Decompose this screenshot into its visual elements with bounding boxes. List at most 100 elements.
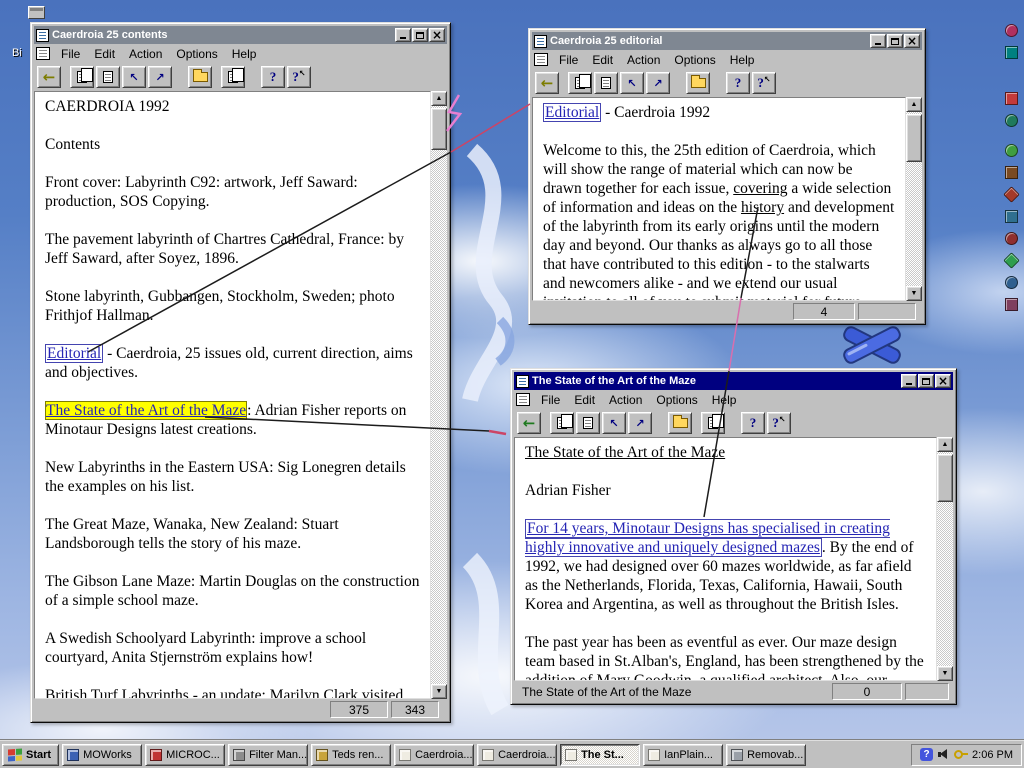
menu-document-icon[interactable]: [516, 393, 530, 406]
maximize-button[interactable]: [412, 28, 428, 42]
maximize-button[interactable]: [887, 34, 903, 48]
close-button[interactable]: ×: [429, 28, 445, 42]
menu-edit[interactable]: Edit: [585, 51, 620, 69]
menu-help[interactable]: Help: [225, 45, 264, 63]
scrollbar-thumb[interactable]: [906, 114, 922, 162]
duplicate-button[interactable]: [221, 66, 245, 88]
link-article-title[interactable]: The State of the Art of the Maze: [525, 444, 725, 461]
desktop-shortcut-icon[interactable]: [1001, 140, 1021, 160]
menu-edit[interactable]: Edit: [567, 391, 602, 409]
menu-file[interactable]: File: [552, 51, 585, 69]
taskbar-task-teds[interactable]: Teds ren...: [311, 743, 392, 766]
link-state-of-art[interactable]: The State of the Art of the Maze: [45, 401, 248, 420]
close-button[interactable]: ×: [904, 34, 920, 48]
maximize-button[interactable]: [918, 374, 934, 388]
help-button[interactable]: ?: [261, 66, 285, 88]
link-start-button[interactable]: ↖: [602, 412, 626, 434]
minimized-window-icon[interactable]: [28, 6, 45, 19]
desktop-shortcut-icon[interactable]: [1001, 250, 1021, 270]
scroll-up-button[interactable]: ▲: [937, 437, 953, 452]
desktop-shortcut-icon[interactable]: [1001, 228, 1021, 248]
context-help-button[interactable]: ?↖: [767, 412, 791, 434]
desktop-shortcut-icon[interactable]: [1001, 184, 1021, 204]
open-button[interactable]: [668, 412, 692, 434]
scroll-down-button[interactable]: ▼: [937, 666, 953, 681]
scrollbar-thumb[interactable]: [431, 108, 447, 150]
menu-edit[interactable]: Edit: [87, 45, 122, 63]
scroll-up-button[interactable]: ▲: [906, 97, 922, 112]
taskbar-task-the-state[interactable]: The St...: [560, 743, 641, 766]
back-button[interactable]: ←: [535, 72, 559, 94]
link-end-button[interactable]: ↗: [148, 66, 172, 88]
minimize-button[interactable]: [870, 34, 886, 48]
back-button[interactable]: ←: [517, 412, 541, 434]
titlebar[interactable]: Caerdroia 25 contents ×: [34, 26, 447, 44]
scrollbar-thumb[interactable]: [937, 454, 953, 502]
scroll-up-button[interactable]: ▲: [431, 91, 447, 106]
help-button[interactable]: ?: [726, 72, 750, 94]
menu-file[interactable]: File: [534, 391, 567, 409]
copy-pages-button[interactable]: [594, 72, 618, 94]
menu-help[interactable]: Help: [723, 51, 762, 69]
desktop-shortcut-icon[interactable]: [1001, 162, 1021, 182]
scrollbar-track[interactable]: [906, 112, 922, 286]
desktop-shortcut-icon[interactable]: [1001, 294, 1021, 314]
titlebar[interactable]: The State of the Art of the Maze ×: [514, 372, 953, 390]
menu-options[interactable]: Options: [169, 45, 224, 63]
back-button[interactable]: ←: [37, 66, 61, 88]
minimize-button[interactable]: [395, 28, 411, 42]
help-tray-icon[interactable]: ?: [920, 748, 934, 761]
menu-file[interactable]: File: [54, 45, 87, 63]
taskbar-task-microcosm[interactable]: MICROC...: [145, 743, 226, 766]
menu-action[interactable]: Action: [602, 391, 649, 409]
scrollbar-track[interactable]: [937, 452, 953, 666]
desktop-shortcut-icon[interactable]: [1001, 206, 1021, 226]
minimize-button[interactable]: [901, 374, 917, 388]
menu-action[interactable]: Action: [620, 51, 667, 69]
copy-pages-button[interactable]: [96, 66, 120, 88]
taskbar-task-caerdroia-2[interactable]: Caerdroia...: [477, 743, 558, 766]
open-button[interactable]: [188, 66, 212, 88]
open-button[interactable]: [686, 72, 710, 94]
link-covering[interactable]: covering: [733, 180, 787, 197]
copy-pages-button[interactable]: [576, 412, 600, 434]
duplicate-button[interactable]: [701, 412, 725, 434]
link-start-button[interactable]: ↖: [620, 72, 644, 94]
link-end-button[interactable]: ↗: [628, 412, 652, 434]
taskbar-task-caerdroia-1[interactable]: Caerdroia...: [394, 743, 475, 766]
vertical-scrollbar[interactable]: ▲ ▼: [937, 437, 953, 681]
volume-icon[interactable]: [938, 749, 949, 760]
taskbar-task-moworks[interactable]: MOWorks: [62, 743, 143, 766]
scroll-down-button[interactable]: ▼: [431, 684, 447, 699]
desktop-shortcut-icon[interactable]: [1001, 88, 1021, 108]
taskbar-task-filter-manager[interactable]: Filter Man...: [228, 743, 309, 766]
copy-button[interactable]: [550, 412, 574, 434]
vertical-scrollbar[interactable]: ▲ ▼: [431, 91, 447, 699]
menu-options[interactable]: Options: [649, 391, 704, 409]
link-history[interactable]: history: [741, 199, 784, 216]
key-tray-icon[interactable]: [954, 750, 969, 759]
context-help-button[interactable]: ?↖: [752, 72, 776, 94]
menu-action[interactable]: Action: [122, 45, 169, 63]
copy-button[interactable]: [568, 72, 592, 94]
taskbar-task-ianplain[interactable]: IanPlain...: [643, 743, 724, 766]
scroll-down-button[interactable]: ▼: [906, 286, 922, 301]
vertical-scrollbar[interactable]: ▲ ▼: [906, 97, 922, 301]
link-end-button[interactable]: ↗: [646, 72, 670, 94]
menu-document-icon[interactable]: [534, 53, 548, 66]
desktop-shortcut-icon[interactable]: [1001, 20, 1021, 40]
taskbar-task-removable[interactable]: Removab...: [726, 743, 807, 766]
link-editorial[interactable]: Editorial: [45, 344, 104, 363]
titlebar[interactable]: Caerdroia 25 editorial ×: [532, 32, 922, 50]
close-button[interactable]: ×: [935, 374, 951, 388]
context-help-button[interactable]: ?↖: [287, 66, 311, 88]
desktop-shortcut-icon[interactable]: [1001, 110, 1021, 130]
desktop-shortcut-icon[interactable]: [1001, 272, 1021, 292]
start-button[interactable]: Start: [2, 743, 60, 766]
menu-help[interactable]: Help: [705, 391, 744, 409]
copy-button[interactable]: [70, 66, 94, 88]
desktop-shortcut-icon[interactable]: [1001, 42, 1021, 62]
link-editorial-anchor[interactable]: Editorial: [543, 103, 602, 122]
help-button[interactable]: ?: [741, 412, 765, 434]
scrollbar-track[interactable]: [431, 106, 447, 684]
